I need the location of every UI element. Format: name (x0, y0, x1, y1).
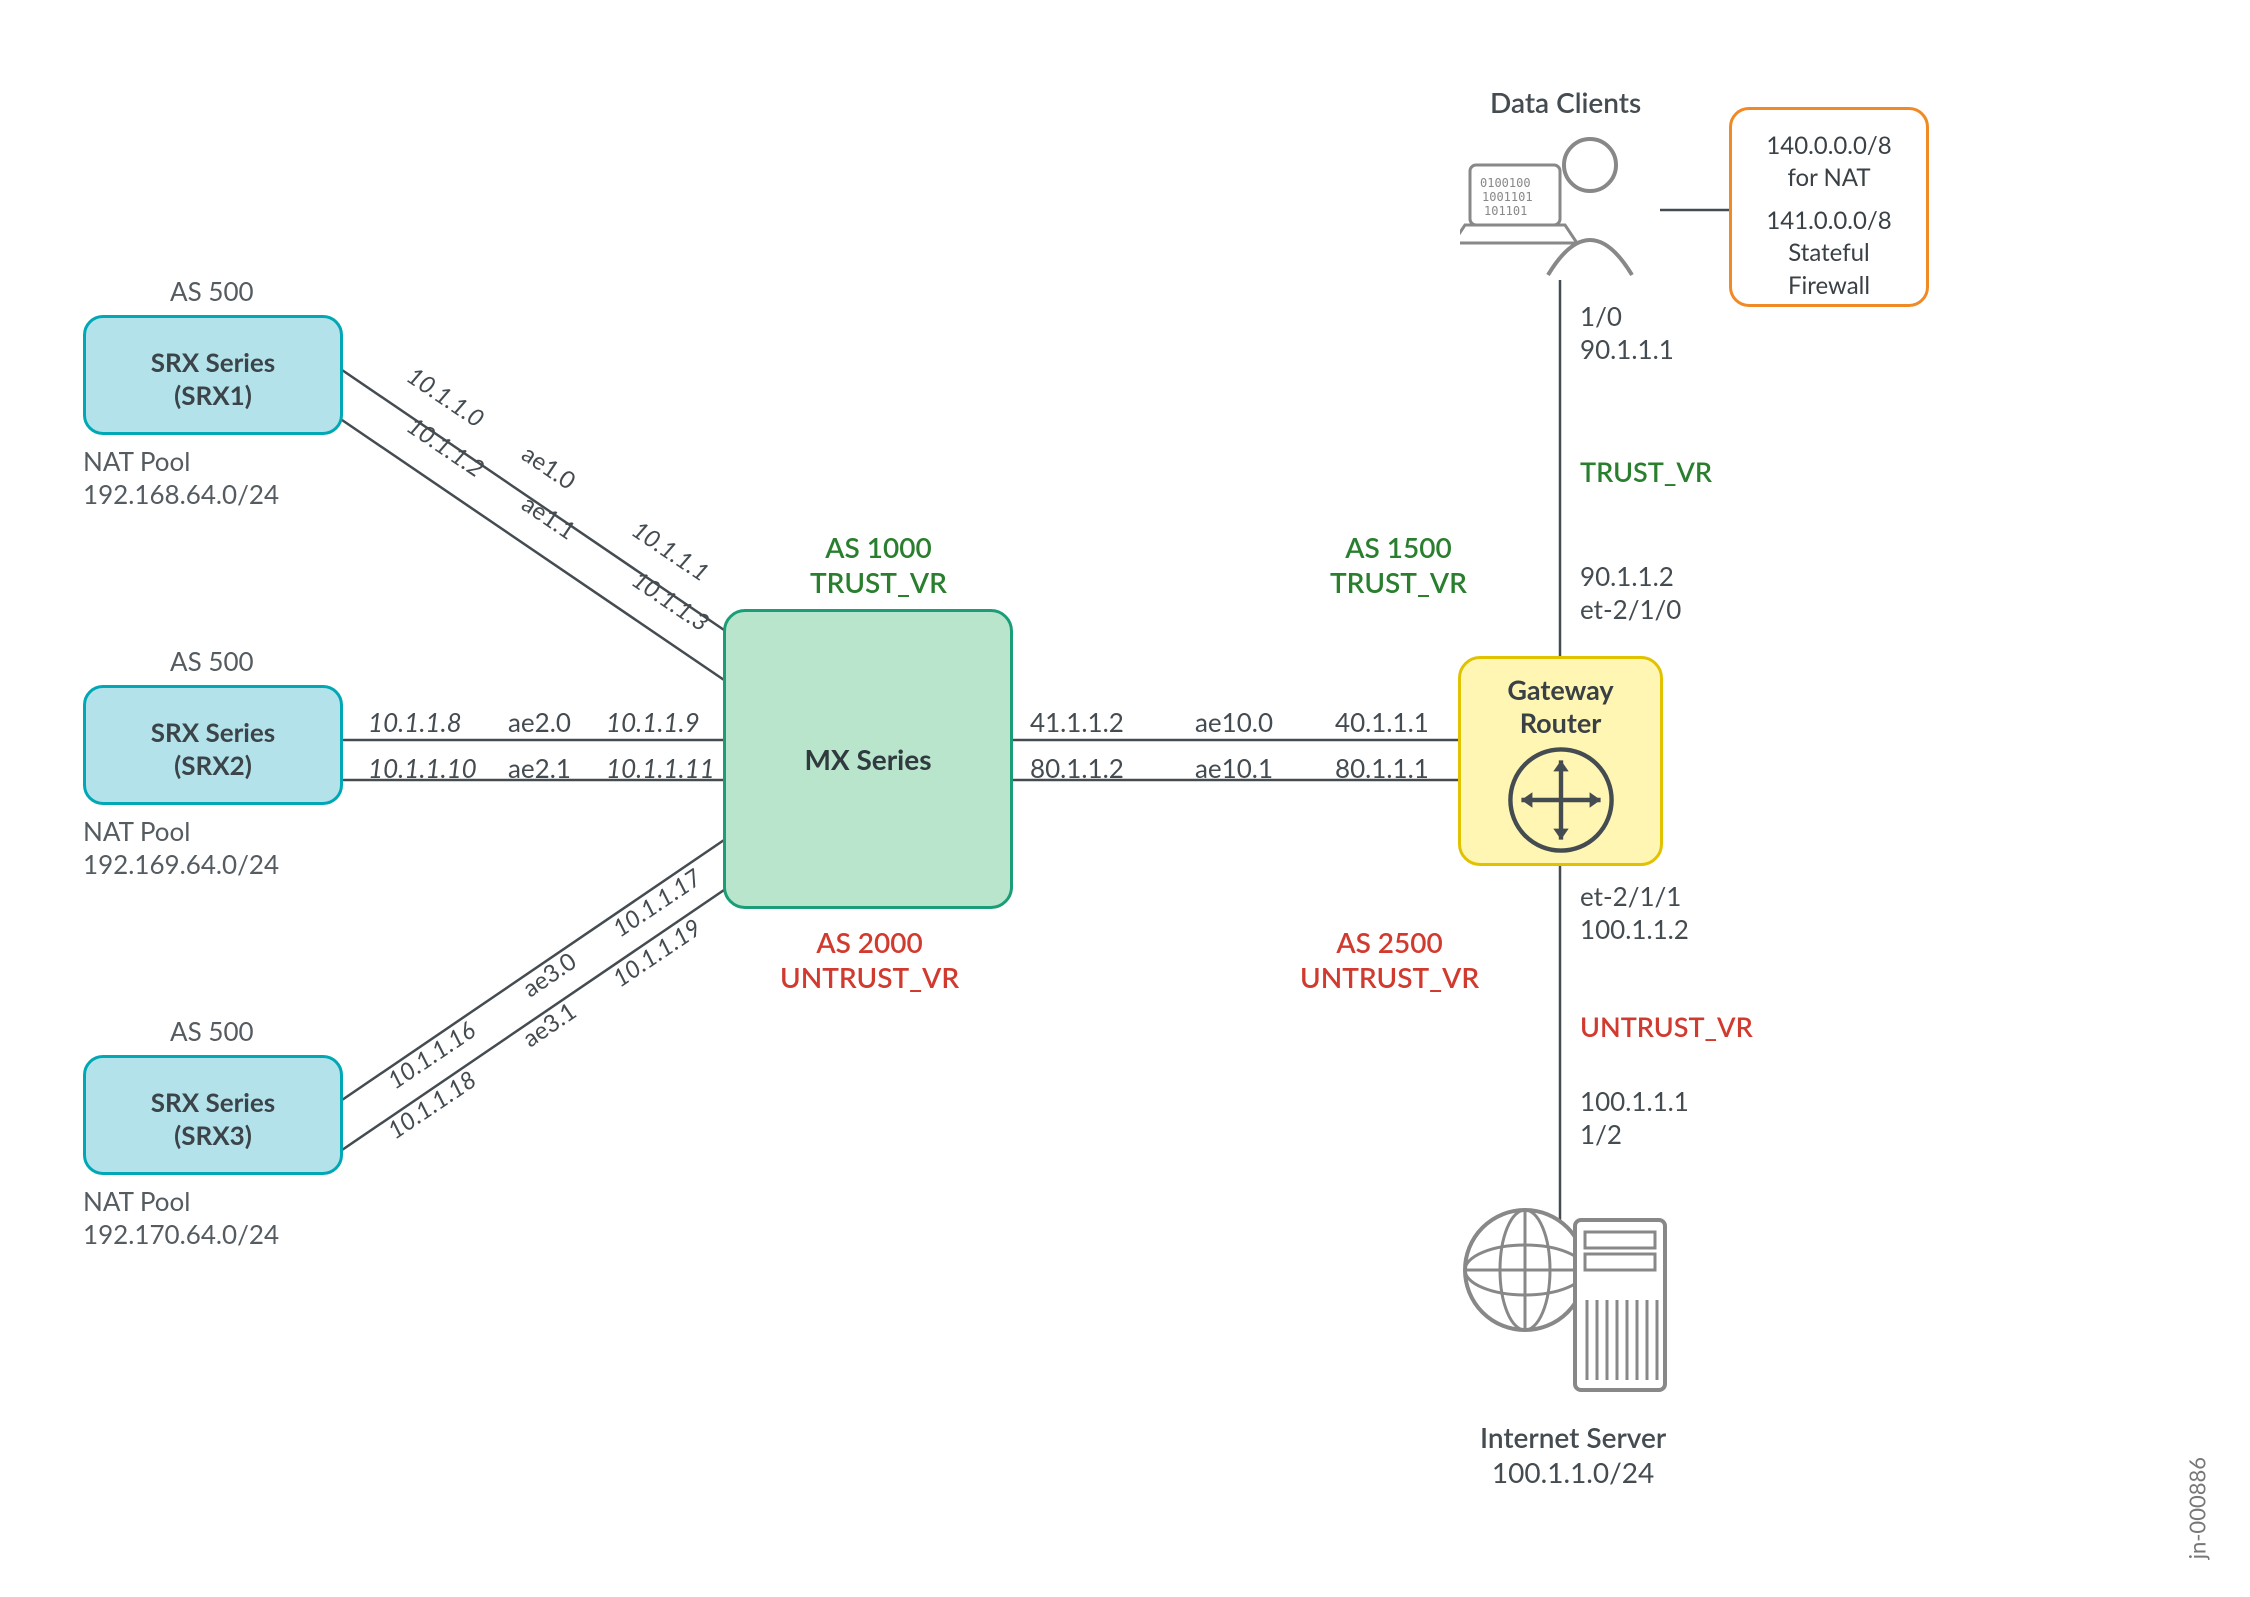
ae3-a: ae3.0 (517, 946, 581, 1003)
srx3-box: SRX Series (SRX3) (83, 1055, 343, 1175)
gw-top-if: 90.1.1.2 et-2/1/0 (1580, 560, 1681, 625)
data-clients-title: Data Clients (1490, 85, 1641, 120)
nat-firewall-box: 140.0.0.0/8 for NAT 141.0.0.0/8 Stateful… (1729, 107, 1929, 307)
srx1-line2: (SRX1) (86, 379, 340, 412)
mxr-bot: 80.1.1.2 (1030, 752, 1124, 785)
mx2-top: 10.1.1.9 (606, 706, 700, 739)
mx1-a: 10.1.1.1 (627, 515, 715, 587)
srx2-line2: (SRX2) (86, 749, 340, 782)
srx2-box: SRX Series (SRX2) (83, 685, 343, 805)
mx3-a: 10.1.1.17 (607, 863, 706, 943)
gwl-top: 40.1.1.1 (1335, 706, 1429, 739)
srx3-ip-a: 10.1.1.16 (382, 1015, 481, 1095)
ae2-top: ae2.0 (508, 706, 571, 739)
srx1-box: SRX Series (SRX1) (83, 315, 343, 435)
srx2-ip-top: 10.1.1.8 (368, 706, 462, 739)
srx1-line1: SRX Series (86, 346, 340, 379)
mx2-bot: 10.1.1.11 (606, 752, 715, 785)
svg-text:0100100: 0100100 (1480, 176, 1531, 190)
mx-as-top: AS 1000 TRUST_VR (810, 530, 947, 600)
srx2-ip-bot: 10.1.1.10 (368, 752, 477, 785)
gateway-box: Gateway Router (1458, 656, 1663, 866)
gw-as-top: AS 1500 TRUST_VR (1330, 530, 1467, 600)
mx3-b: 10.1.1.19 (607, 913, 706, 993)
gw-l2: Router (1461, 706, 1660, 739)
figure-id: jn-000886 (2183, 1457, 2210, 1559)
is-if: 100.1.1.1 1/2 (1580, 1085, 1689, 1150)
srx2-line1: SRX Series (86, 716, 340, 749)
ae2-bot: ae2.1 (508, 752, 571, 785)
mx-label: MX Series (804, 742, 931, 776)
gw-l1: Gateway (1461, 673, 1660, 706)
mx1-b: 10.1.1.3 (627, 565, 715, 637)
internet-server-icon (1455, 1180, 1705, 1410)
srx1-ip-a: 10.1.1.0 (402, 361, 490, 433)
ae1-a: ae1.0 (517, 439, 581, 496)
ae1-b: ae1.1 (517, 489, 581, 546)
srx2-as: AS 500 (170, 645, 254, 678)
svg-text:101101: 101101 (1484, 204, 1527, 218)
ae3-b: ae3.1 (517, 996, 581, 1053)
gw-as-bot: AS 2500 UNTRUST_VR (1300, 925, 1479, 995)
dc-vr: TRUST_VR (1580, 455, 1712, 489)
mxr-top: 41.1.1.2 (1030, 706, 1124, 739)
srx3-as: AS 500 (170, 1015, 254, 1048)
srx1-pool: NAT Pool 192.168.64.0/24 (83, 445, 279, 510)
srx2-pool: NAT Pool 192.169.64.0/24 (83, 815, 279, 880)
srx3-ip-b: 10.1.1.18 (382, 1065, 481, 1145)
is-title: Internet Server 100.1.1.0/24 (1480, 1420, 1666, 1490)
srx3-line2: (SRX3) (86, 1119, 340, 1152)
mx-as-bot: AS 2000 UNTRUST_VR (780, 925, 959, 995)
dc-if: 1/0 90.1.1.1 (1580, 300, 1674, 365)
gw-bot-if: et-2/1/1 100.1.1.2 (1580, 880, 1689, 945)
srx1-as: AS 500 (170, 275, 254, 308)
ae10-top: ae10.0 (1195, 706, 1273, 739)
gwl-bot: 80.1.1.1 (1335, 752, 1429, 785)
diagram-stage: 10.1.1.0 10.1.1.2 ae1.0 ae1.1 10.1.1.1 1… (0, 0, 2250, 1597)
srx1-ip-b: 10.1.1.2 (402, 411, 490, 483)
mx-box: MX Series (723, 609, 1013, 909)
router-icon (1506, 745, 1616, 855)
srx3-pool: NAT Pool 192.170.64.0/24 (83, 1185, 279, 1250)
data-clients-icon: 0100100 1001101 101101 (1460, 125, 1660, 285)
ae10-bot: ae10.1 (1195, 752, 1273, 785)
svg-text:1001101: 1001101 (1482, 190, 1533, 204)
srx3-line1: SRX Series (86, 1086, 340, 1119)
is-vr: UNTRUST_VR (1580, 1010, 1753, 1044)
